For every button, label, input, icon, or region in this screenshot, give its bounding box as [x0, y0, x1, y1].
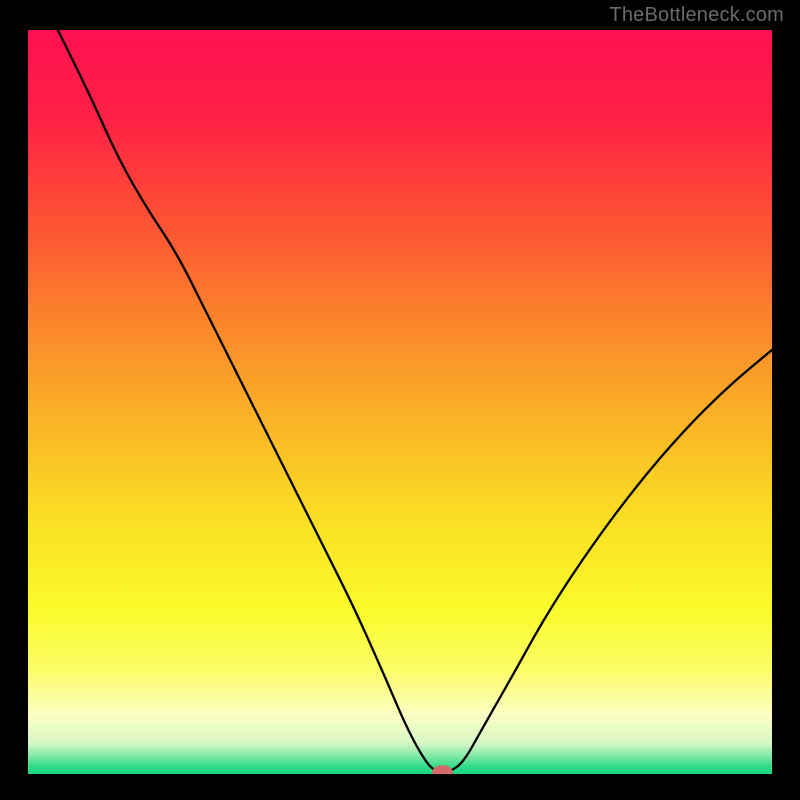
watermark-text: TheBottleneck.com	[609, 4, 784, 27]
chart-plot-area	[28, 30, 772, 774]
chart-container: TheBottleneck.com	[0, 0, 800, 800]
bottleneck-chart	[28, 30, 772, 774]
